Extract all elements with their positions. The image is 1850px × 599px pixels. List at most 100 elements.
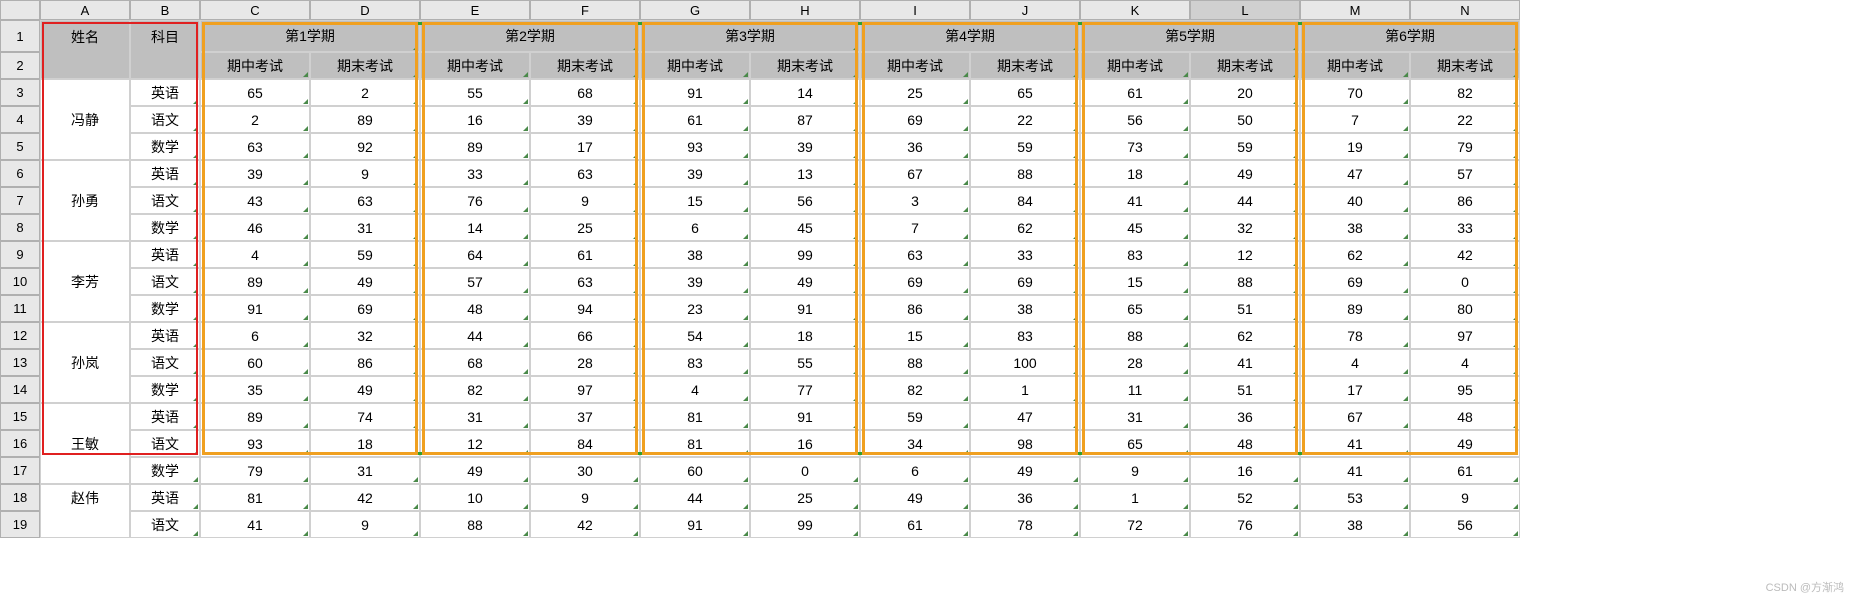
score-cell[interactable]: 15 (640, 187, 750, 214)
score-cell[interactable]: 4 (200, 241, 310, 268)
score-cell[interactable]: 66 (530, 322, 640, 349)
score-cell[interactable]: 31 (310, 214, 420, 241)
score-cell[interactable]: 25 (860, 79, 970, 106)
score-cell[interactable]: 18 (750, 322, 860, 349)
score-cell[interactable]: 41 (200, 511, 310, 538)
column-header-I[interactable]: I (860, 0, 970, 20)
score-cell[interactable]: 18 (1080, 160, 1190, 187)
score-cell[interactable]: 16 (750, 430, 860, 457)
score-cell[interactable]: 41 (1190, 349, 1300, 376)
score-cell[interactable]: 99 (750, 511, 860, 538)
score-cell[interactable]: 60 (200, 349, 310, 376)
score-cell[interactable]: 32 (1190, 214, 1300, 241)
score-cell[interactable]: 87 (750, 106, 860, 133)
score-cell[interactable]: 2 (310, 79, 420, 106)
score-cell[interactable]: 88 (970, 160, 1080, 187)
score-cell[interactable]: 91 (640, 79, 750, 106)
score-cell[interactable]: 65 (1080, 430, 1190, 457)
column-header-A[interactable]: A (40, 0, 130, 20)
score-cell[interactable]: 93 (640, 133, 750, 160)
row-header-13[interactable]: 13 (0, 349, 40, 376)
score-cell[interactable]: 56 (1080, 106, 1190, 133)
score-cell[interactable]: 56 (1410, 511, 1520, 538)
row-header-18[interactable]: 18 (0, 484, 40, 511)
column-header-N[interactable]: N (1410, 0, 1520, 20)
score-cell[interactable]: 80 (1410, 295, 1520, 322)
score-cell[interactable]: 6 (200, 322, 310, 349)
score-cell[interactable]: 4 (1300, 349, 1410, 376)
score-cell[interactable]: 63 (860, 241, 970, 268)
score-cell[interactable]: 81 (200, 484, 310, 511)
score-cell[interactable]: 12 (420, 430, 530, 457)
score-cell[interactable]: 86 (310, 349, 420, 376)
score-cell[interactable]: 16 (1190, 457, 1300, 484)
score-cell[interactable]: 53 (1300, 484, 1410, 511)
score-cell[interactable]: 76 (1190, 511, 1300, 538)
score-cell[interactable]: 88 (860, 349, 970, 376)
score-cell[interactable]: 28 (1080, 349, 1190, 376)
score-cell[interactable]: 60 (640, 457, 750, 484)
score-cell[interactable]: 31 (310, 457, 420, 484)
score-cell[interactable]: 63 (530, 160, 640, 187)
column-header-J[interactable]: J (970, 0, 1080, 20)
column-header-G[interactable]: G (640, 0, 750, 20)
column-header-F[interactable]: F (530, 0, 640, 20)
score-cell[interactable]: 83 (970, 322, 1080, 349)
score-cell[interactable]: 4 (640, 376, 750, 403)
score-cell[interactable]: 48 (1190, 430, 1300, 457)
score-cell[interactable]: 65 (970, 79, 1080, 106)
score-cell[interactable]: 73 (1080, 133, 1190, 160)
score-cell[interactable]: 39 (530, 106, 640, 133)
score-cell[interactable]: 61 (860, 511, 970, 538)
column-header-E[interactable]: E (420, 0, 530, 20)
score-cell[interactable]: 30 (530, 457, 640, 484)
score-cell[interactable]: 91 (750, 295, 860, 322)
column-header-L[interactable]: L (1190, 0, 1300, 20)
column-header-D[interactable]: D (310, 0, 420, 20)
score-cell[interactable]: 40 (1300, 187, 1410, 214)
score-cell[interactable]: 61 (1080, 79, 1190, 106)
score-cell[interactable]: 63 (200, 133, 310, 160)
score-cell[interactable]: 82 (420, 376, 530, 403)
score-cell[interactable]: 36 (1190, 403, 1300, 430)
score-cell[interactable]: 98 (970, 430, 1080, 457)
score-cell[interactable]: 45 (750, 214, 860, 241)
score-cell[interactable]: 62 (1300, 241, 1410, 268)
score-cell[interactable]: 69 (1300, 268, 1410, 295)
score-cell[interactable]: 17 (530, 133, 640, 160)
score-cell[interactable]: 47 (970, 403, 1080, 430)
score-cell[interactable]: 47 (1300, 160, 1410, 187)
score-cell[interactable]: 69 (860, 268, 970, 295)
score-cell[interactable]: 49 (310, 376, 420, 403)
score-cell[interactable]: 33 (420, 160, 530, 187)
row-header-5[interactable]: 5 (0, 133, 40, 160)
row-header-14[interactable]: 14 (0, 376, 40, 403)
score-cell[interactable]: 20 (1190, 79, 1300, 106)
score-cell[interactable]: 67 (1300, 403, 1410, 430)
score-cell[interactable]: 9 (310, 511, 420, 538)
score-cell[interactable]: 42 (310, 484, 420, 511)
score-cell[interactable]: 69 (970, 268, 1080, 295)
score-cell[interactable]: 56 (750, 187, 860, 214)
score-cell[interactable]: 100 (970, 349, 1080, 376)
score-cell[interactable]: 46 (200, 214, 310, 241)
row-header-15[interactable]: 15 (0, 403, 40, 430)
score-cell[interactable]: 28 (530, 349, 640, 376)
score-cell[interactable]: 91 (200, 295, 310, 322)
score-cell[interactable]: 9 (1410, 484, 1520, 511)
score-cell[interactable]: 93 (200, 430, 310, 457)
score-cell[interactable]: 12 (1190, 241, 1300, 268)
score-cell[interactable]: 6 (860, 457, 970, 484)
score-cell[interactable]: 33 (1410, 214, 1520, 241)
score-cell[interactable]: 88 (1190, 268, 1300, 295)
score-cell[interactable]: 49 (860, 484, 970, 511)
score-cell[interactable]: 82 (860, 376, 970, 403)
score-cell[interactable]: 61 (530, 241, 640, 268)
score-cell[interactable]: 50 (1190, 106, 1300, 133)
score-cell[interactable]: 86 (860, 295, 970, 322)
score-cell[interactable]: 37 (530, 403, 640, 430)
score-cell[interactable]: 78 (1300, 322, 1410, 349)
score-cell[interactable]: 91 (640, 511, 750, 538)
score-cell[interactable]: 59 (1190, 133, 1300, 160)
score-cell[interactable]: 65 (200, 79, 310, 106)
